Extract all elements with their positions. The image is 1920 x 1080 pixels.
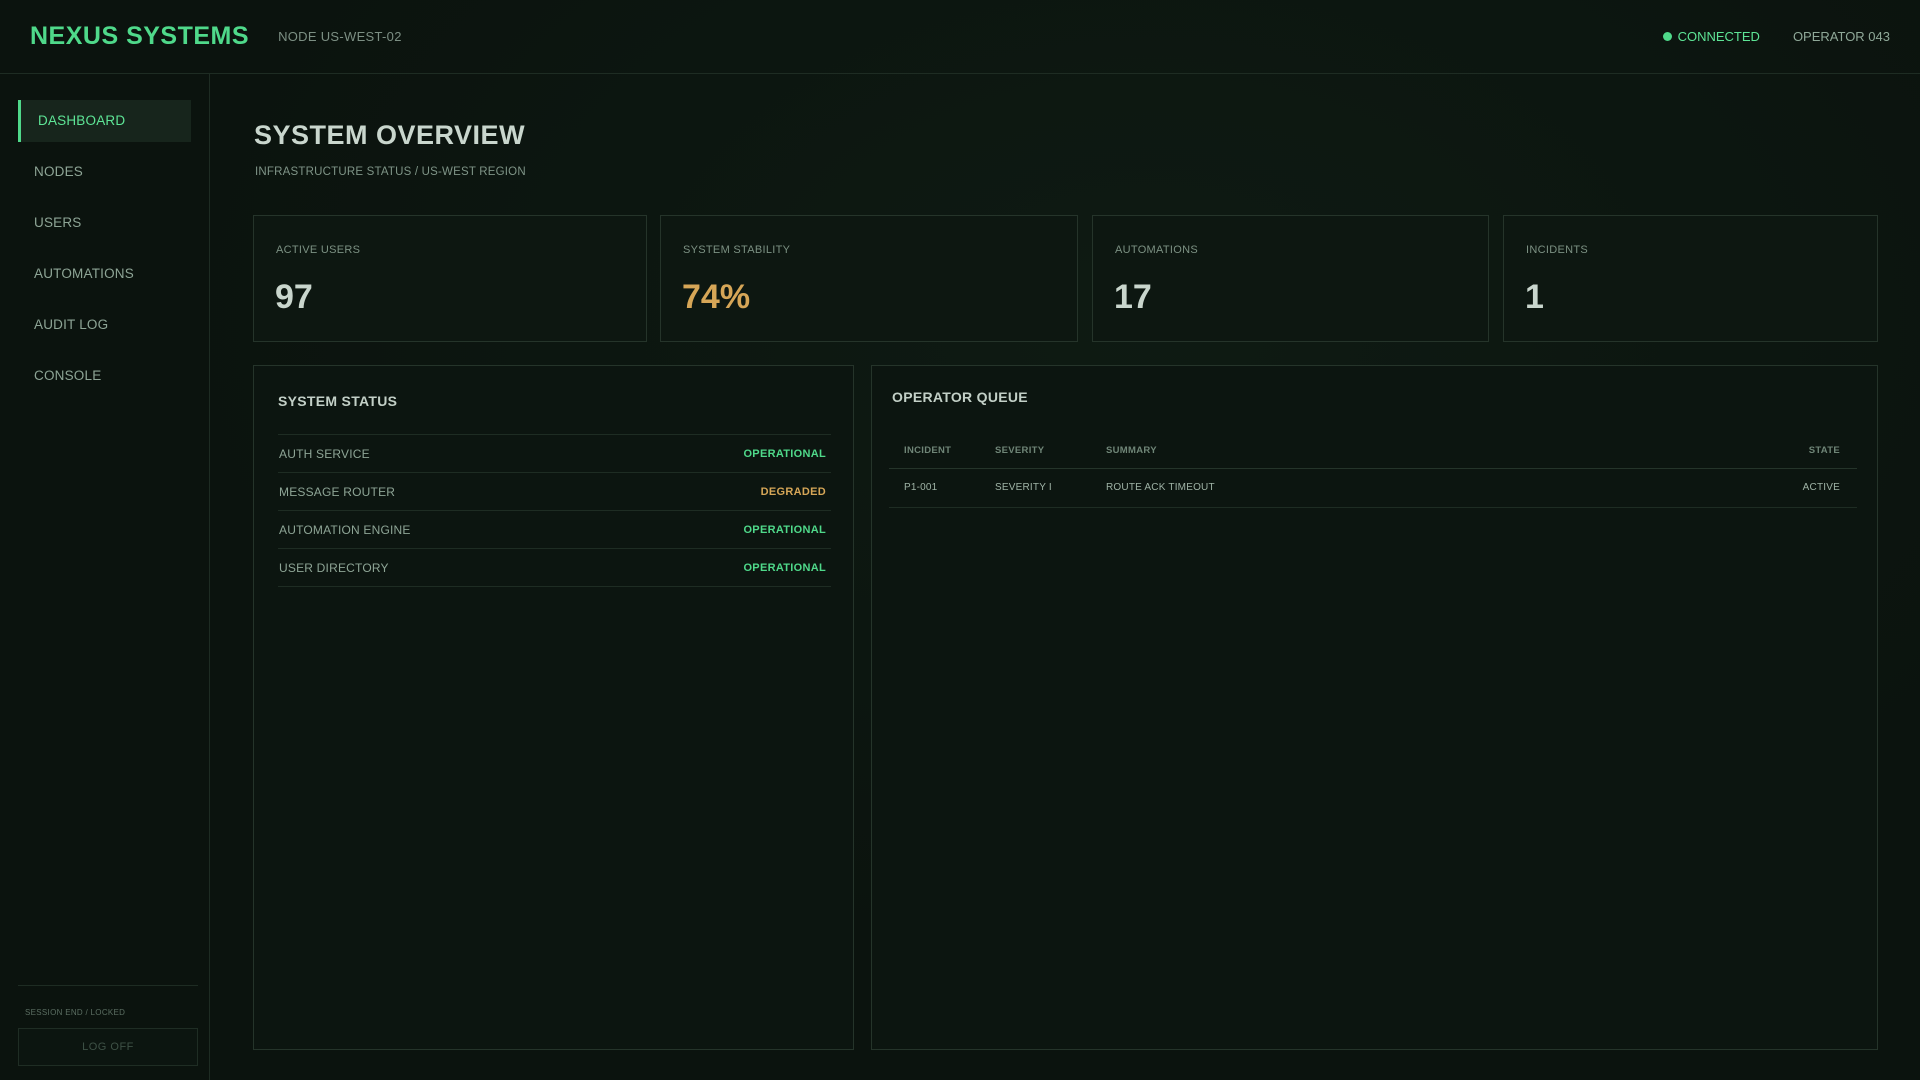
list-item: AUTH SERVICE OPERATIONAL — [278, 435, 831, 473]
sidebar-item-dashboard[interactable]: DASHBOARD — [18, 100, 191, 142]
list-item: USER DIRECTORY OPERATIONAL — [278, 549, 831, 587]
incident-state: ACTIVE — [1737, 468, 1857, 508]
sidebar-footer: SESSION END / LOCKED LOG OFF — [18, 985, 198, 1066]
stat-card-active-users: ACTIVE USERS 97 — [253, 215, 647, 342]
panel-title: SYSTEM STATUS — [278, 393, 398, 409]
system-status-panel: SYSTEM STATUS AUTH SERVICE OPERATIONAL M… — [253, 365, 854, 1050]
stat-value: 1 — [1525, 278, 1544, 316]
service-name: AUTH SERVICE — [279, 446, 370, 461]
sidebar-item-automations[interactable]: AUTOMATIONS — [18, 253, 191, 295]
stat-label: AUTOMATIONS — [1115, 244, 1198, 256]
stat-value: 74% — [682, 278, 751, 316]
status-badge: OPERATIONAL — [743, 447, 826, 460]
table-header-row: INCIDENT SEVERITY SUMMARY STATE — [889, 433, 1857, 469]
app-root: NEXUS SYSTEMS NODE US-WEST-02 CONNECTED … — [0, 0, 1920, 1080]
main-content: SYSTEM OVERVIEW INFRASTRUCTURE STATUS / … — [210, 74, 1920, 1080]
status-badge: OPERATIONAL — [743, 523, 826, 536]
operator-id[interactable]: OPERATOR 043 — [1793, 29, 1890, 44]
top-bar-right: CONNECTED OPERATOR 043 — [1662, 29, 1890, 44]
operator-queue-table: INCIDENT SEVERITY SUMMARY STATE P1-001 S… — [889, 433, 1857, 508]
sidebar-item-console[interactable]: CONSOLE — [18, 355, 191, 397]
list-item: AUTOMATION ENGINE OPERATIONAL — [278, 511, 831, 549]
sidebar-item-nodes[interactable]: NODES — [18, 151, 191, 193]
service-name: USER DIRECTORY — [279, 560, 389, 575]
status-dot-icon — [1662, 32, 1672, 41]
stat-label: INCIDENTS — [1526, 244, 1588, 256]
stat-label: SYSTEM STABILITY — [683, 244, 791, 256]
status-list: AUTH SERVICE OPERATIONAL MESSAGE ROUTER … — [278, 434, 831, 587]
sidebar-nav: DASHBOARD NODES USERS AUTOMATIONS AUDIT … — [0, 74, 209, 397]
stat-card-automations: AUTOMATIONS 17 — [1092, 215, 1489, 342]
table-row[interactable]: P1-001 SEVERITY I ROUTE ACK TIMEOUT ACTI… — [889, 468, 1857, 508]
incident-summary: ROUTE ACK TIMEOUT — [1106, 468, 1737, 508]
connection-status: CONNECTED — [1662, 29, 1760, 44]
logoff-button[interactable]: LOG OFF — [18, 1028, 198, 1066]
sidebar-item-users[interactable]: USERS — [18, 202, 191, 244]
list-item: MESSAGE ROUTER DEGRADED — [278, 473, 831, 511]
status-badge: OPERATIONAL — [743, 561, 826, 574]
incident-id: P1-001 — [889, 468, 995, 508]
stat-card-system-stability: SYSTEM STABILITY 74% — [660, 215, 1078, 342]
page-title: SYSTEM OVERVIEW — [254, 120, 526, 150]
column-header-summary[interactable]: SUMMARY — [1106, 433, 1737, 469]
breadcrumb: INFRASTRUCTURE STATUS / US-WEST REGION — [255, 166, 526, 178]
column-header-incident[interactable]: INCIDENT — [889, 433, 995, 469]
sidebar-item-audit-log[interactable]: AUDIT LOG — [18, 304, 191, 346]
stat-value: 97 — [275, 278, 313, 316]
incident-severity: SEVERITY I — [995, 468, 1106, 508]
stat-value: 17 — [1114, 278, 1152, 316]
session-status: SESSION END / LOCKED — [25, 1008, 126, 1017]
brand-logo[interactable]: NEXUS SYSTEMS — [30, 22, 249, 51]
stat-label: ACTIVE USERS — [276, 244, 361, 256]
operator-queue-panel: OPERATOR QUEUE INCIDENT SEVERITY SUMMARY… — [871, 365, 1878, 1050]
service-name: MESSAGE ROUTER — [279, 484, 396, 499]
column-header-state[interactable]: STATE — [1737, 433, 1857, 469]
stat-card-incidents: INCIDENTS 1 — [1503, 215, 1878, 342]
service-name: AUTOMATION ENGINE — [279, 522, 411, 537]
status-badge: DEGRADED — [760, 485, 826, 498]
top-bar: NEXUS SYSTEMS NODE US-WEST-02 CONNECTED … — [0, 0, 1920, 74]
column-header-severity[interactable]: SEVERITY — [995, 433, 1106, 469]
connection-status-label: CONNECTED — [1677, 29, 1760, 44]
sidebar: DASHBOARD NODES USERS AUTOMATIONS AUDIT … — [0, 74, 210, 1080]
node-label: NODE US-WEST-02 — [278, 29, 402, 44]
sidebar-divider — [18, 985, 198, 986]
panel-title: OPERATOR QUEUE — [892, 389, 1028, 405]
